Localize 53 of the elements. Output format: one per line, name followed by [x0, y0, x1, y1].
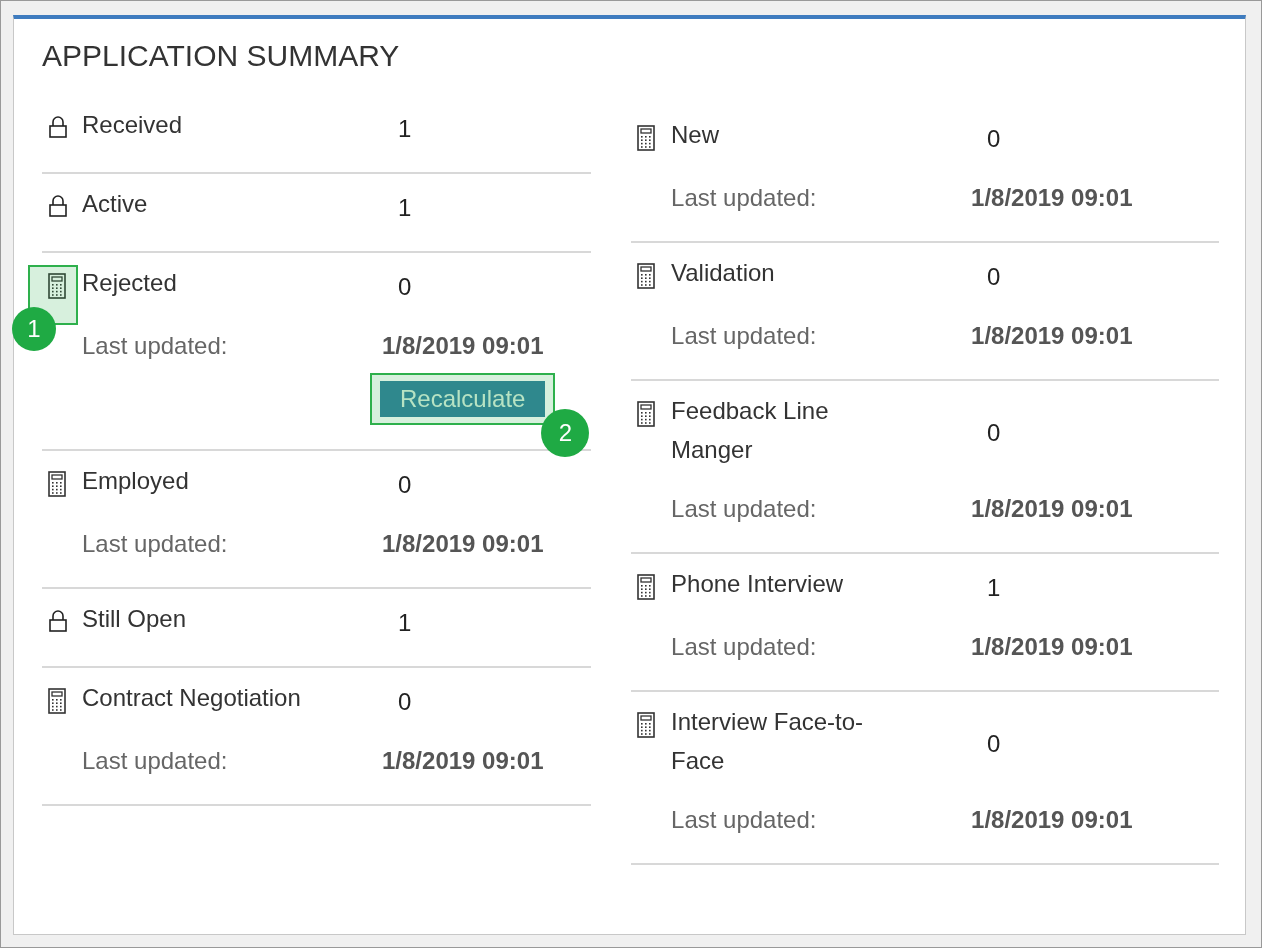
step-badge: 2: [541, 409, 590, 457]
last-updated-label: Last updated:: [671, 632, 817, 662]
count-value: 0: [986, 417, 1002, 448]
last-updated-date: 1/8/2019 09:01: [382, 746, 544, 776]
count-value: 0: [986, 728, 1002, 759]
status-label: Still Open: [82, 604, 188, 634]
lock-icon: [48, 609, 68, 633]
count-value: 0: [986, 262, 1002, 292]
calculator-icon: [48, 273, 66, 299]
last-updated-date: 1/8/2019 09:01: [971, 183, 1133, 213]
count-value: 1: [397, 114, 413, 144]
calculator-icon: [637, 263, 656, 289]
count-value: 0: [397, 272, 413, 302]
count-value: 0: [986, 124, 1002, 154]
calculator-icon: [637, 401, 656, 427]
lock-icon: [48, 194, 68, 218]
count-value: 1: [397, 608, 413, 638]
lock-icon: [48, 115, 68, 139]
last-updated-date: 1/8/2019 09:01: [971, 321, 1133, 351]
calculator-icon: [637, 712, 656, 738]
step-badge: 1: [12, 307, 56, 351]
recalculate-button[interactable]: Recalculate: [380, 381, 546, 417]
last-updated-date: 1/8/2019 09:01: [382, 529, 544, 559]
last-updated-label: Last updated:: [671, 183, 817, 213]
last-updated-label: Last updated:: [671, 321, 817, 351]
last-updated-date: 1/8/2019 09:01: [971, 805, 1133, 835]
status-label: Feedback Line Manger: [671, 396, 830, 465]
last-updated-label: Last updated:: [671, 805, 817, 835]
status-label: Received: [82, 110, 184, 140]
status-label: Validation: [671, 258, 776, 288]
section-title: APPLICATION SUMMARY: [42, 39, 401, 73]
count-value: 1: [397, 193, 413, 223]
last-updated-date: 1/8/2019 09:01: [382, 331, 544, 361]
last-updated-date: 1/8/2019 09:01: [971, 632, 1133, 662]
last-updated-label: Last updated:: [671, 494, 817, 524]
last-updated-label: Last updated:: [82, 746, 228, 776]
status-label: Rejected: [82, 268, 178, 298]
count-value: 0: [397, 470, 413, 500]
calculator-icon: [637, 125, 656, 151]
status-label: Interview Face-to-Face: [671, 707, 865, 776]
calculator-icon: [48, 688, 66, 714]
status-label: Contract Negotiation: [82, 683, 302, 713]
status-label: New: [671, 120, 721, 150]
status-label: Phone Interview: [671, 569, 845, 599]
last-updated-label: Last updated:: [82, 529, 228, 559]
calculator-icon: [637, 574, 656, 600]
count-value: 1: [986, 573, 1002, 603]
last-updated-date: 1/8/2019 09:01: [971, 494, 1133, 524]
count-value: 0: [397, 687, 413, 717]
status-label: Employed: [82, 466, 190, 496]
status-label: Active: [82, 189, 149, 219]
last-updated-label: Last updated:: [82, 331, 228, 361]
calculator-icon: [48, 471, 66, 497]
